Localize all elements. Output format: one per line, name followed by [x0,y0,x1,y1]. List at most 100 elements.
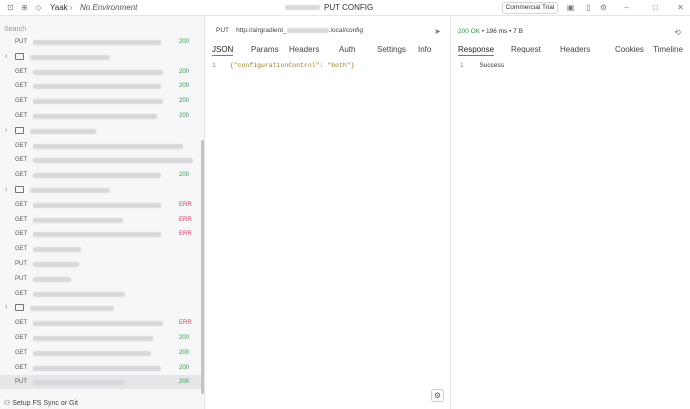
request-body[interactable]: 1 {"configurationControl": "both"} [212,61,355,71]
method-label: PUT [15,275,27,282]
sidebar-request[interactable]: GET ERR [0,316,205,330]
layout-icon[interactable]: ▣ [566,3,575,12]
folder-icon [15,52,24,60]
method-label: GET [15,172,28,179]
sidebar-request[interactable]: GET [0,242,205,256]
sidebar-request[interactable]: GET ERR [0,213,205,227]
search-input[interactable]: Search [4,25,200,35]
response-size: 7 B [513,28,523,35]
json-body: {"configurationControl": "both"} [229,62,355,69]
sidebar-folder[interactable]: › [0,50,205,64]
sidebar-request[interactable]: GET [0,287,205,301]
workspace-name[interactable]: Yaak [50,3,68,13]
method-selector[interactable]: PUT [216,27,229,34]
response-tab-response[interactable]: Response [458,45,495,56]
tab-info[interactable]: Info [418,45,431,55]
title-bar: ⊡ ⊕ ◇ Yaak › No Environment PUT CONFIG C… [0,0,690,16]
sidebar-request[interactable]: PUT 200 [0,375,205,390]
status-code: 200 OK [458,28,481,35]
sidebar-request[interactable]: GET 200 [0,94,205,108]
redacted-text [33,202,161,208]
sidebar-toggle-icon[interactable]: ⊡ [6,3,15,12]
sidebar-request[interactable]: GET 200 [0,346,205,360]
sidebar-request[interactable]: GET [0,139,205,153]
send-icon[interactable]: ➤ [433,27,442,36]
response-tab-headers[interactable]: Headers [560,45,590,55]
tag-icon[interactable]: ◇ [34,3,43,12]
response-time: 196 ms [485,28,508,35]
chevron-down-icon[interactable]: › [5,186,7,194]
sidebar-request[interactable]: PUT [0,272,205,286]
fs-sync-button[interactable]: ⚇ Setup FS Sync or Git [4,399,78,409]
sidebar-request[interactable]: GET 200 [0,331,205,345]
folder-icon [15,304,24,312]
line-number: 1 [212,62,216,69]
status-badge: 200 [179,349,190,356]
tab-auth[interactable]: Auth [339,45,355,55]
sidebar-request[interactable]: GET 200 [0,109,205,123]
redacted-text [33,365,161,371]
sidebar-folder[interactable]: › [0,301,205,315]
sidebar-request[interactable]: GET 200 [0,168,205,182]
sidebar-request[interactable]: GET ERR [0,198,205,212]
tab-params[interactable]: Params [251,45,279,55]
url-bar[interactable]: PUT http://airgradient_ .local/config [216,26,363,36]
status-badge: 200 [179,83,190,90]
response-tab-cookies[interactable]: Cookies [615,45,644,55]
response-tab-timeline[interactable]: Timeline [653,45,683,55]
redacted-text [285,5,320,10]
status-badge: ERR [179,216,192,223]
method-label: GET [15,201,28,208]
redacted-text [30,188,110,193]
sidebar-request[interactable]: GET 200 [0,361,205,375]
chevron-down-icon[interactable]: › [5,127,7,135]
maximize-icon[interactable]: □ [651,3,660,12]
minimize-icon[interactable]: – [622,3,631,12]
bookmark-icon[interactable]: ▯ [584,3,593,12]
sidebar-folder[interactable]: › [0,183,205,197]
response-text: Success [479,62,505,69]
redacted-text [33,336,153,341]
tab-headers[interactable]: Headers [289,45,319,55]
response-status: 200 OK • 196 ms • 7 B [458,28,523,35]
chevron-down-icon[interactable]: › [5,53,7,61]
tab-settings[interactable]: Settings [377,45,406,55]
status-badge: 200 [179,98,190,105]
gear-icon[interactable]: ⚙ [599,3,608,12]
sidebar-request[interactable]: GET 200 [0,79,205,93]
request-pane [206,16,451,409]
sidebar-request[interactable]: GET 200 [0,65,205,79]
method-label: GET [15,320,28,327]
response-body: 1 Success [460,61,504,71]
folder-icon [15,186,24,193]
chevron-down-icon[interactable]: › [5,304,7,312]
method-label: PUT [15,379,27,386]
request-title: PUT CONFIG [324,3,374,12]
redacted-text [30,128,96,134]
redacted-text [33,84,161,90]
gear-icon[interactable]: ⚙ [431,389,444,402]
redacted-text [33,232,161,238]
status-badge: ERR [179,320,192,327]
sidebar-request[interactable]: GET ERR [0,227,205,241]
history-icon[interactable]: ⟲ [673,28,682,37]
method-label: PUT [15,261,27,267]
status-badge: 200 [179,335,190,341]
new-request-icon[interactable]: ⊕ [20,3,29,12]
redacted-text [33,262,79,267]
close-icon[interactable]: ✕ [676,3,685,12]
sidebar-folder[interactable]: › [0,124,205,138]
response-tab-request[interactable]: Request [511,45,541,55]
sidebar-request[interactable]: GET [0,153,205,167]
status-badge: 200 [179,379,190,386]
sidebar-request[interactable]: PUT [0,257,205,271]
environment-selector[interactable]: No Environment [80,3,137,13]
status-badge: 200 [179,172,190,179]
scrollbar[interactable] [201,140,204,394]
redacted-text [33,99,163,105]
tab-json[interactable]: JSON [212,45,234,56]
redacted-text [33,40,161,45]
method-label: GET [15,231,28,238]
sidebar-request[interactable]: PUT 200 [0,35,205,49]
commercial-trial-button[interactable]: Commercial Trial [502,2,558,14]
